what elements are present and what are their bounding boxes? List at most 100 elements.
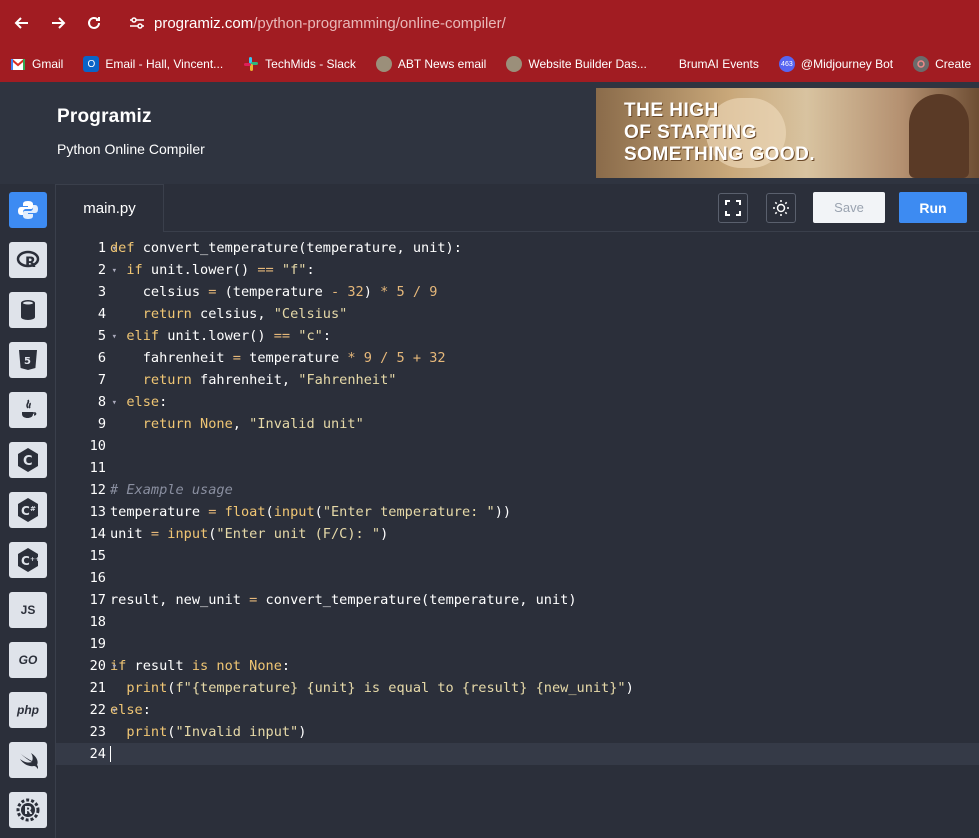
- code-line[interactable]: 22 ▾ else:: [56, 699, 979, 721]
- site-settings-icon[interactable]: [122, 16, 152, 30]
- code-line[interactable]: 19: [56, 633, 979, 655]
- code-text: # Example usage: [110, 482, 233, 498]
- line-number: 2 ▾: [97, 262, 117, 278]
- ad-line: THE HIGH: [624, 100, 719, 121]
- code-line[interactable]: 5 ▾ elif unit.lower() == "c":: [56, 325, 979, 347]
- swift-language-button[interactable]: [9, 742, 47, 778]
- c-icon: C: [18, 448, 38, 472]
- bookmark-label: BrumAI Events: [678, 57, 759, 71]
- fullscreen-button[interactable]: [718, 193, 748, 223]
- code-line[interactable]: 21 print(f"{temperature} {unit} is equal…: [56, 677, 979, 699]
- python-language-button[interactable]: [9, 192, 47, 228]
- svg-text:C: C: [21, 554, 30, 568]
- rust-icon: R: [16, 798, 40, 822]
- line-number: 19: [89, 636, 106, 652]
- line-number: 14: [89, 526, 106, 542]
- code-line[interactable]: 13 temperature = float(input("Enter tempe…: [56, 501, 979, 523]
- save-button[interactable]: Save: [813, 192, 885, 223]
- line-number: 16: [89, 570, 106, 586]
- code-editor[interactable]: 1 ▾ def convert_temperature(temperature, u…: [56, 233, 979, 838]
- code-line[interactable]: 8 ▾ else:: [56, 391, 979, 413]
- code-line[interactable]: 4 return celsius, "Celsius": [56, 303, 979, 325]
- fold-arrow-icon[interactable]: ▾: [112, 398, 117, 408]
- code-line[interactable]: 1 ▾ def convert_temperature(temperature, u…: [56, 237, 979, 259]
- bookmark-email[interactable]: O Email - Hall, Vincent...: [83, 56, 223, 72]
- java-icon: [22, 399, 37, 418]
- html-language-button[interactable]: 5: [9, 342, 47, 378]
- csharp-language-button[interactable]: C #: [9, 492, 47, 528]
- code-line[interactable]: 10: [56, 435, 979, 457]
- line-number: 24: [89, 746, 106, 762]
- theme-toggle-button[interactable]: [766, 193, 796, 223]
- forward-arrow-icon[interactable]: [40, 0, 76, 46]
- bookmark-abt-news[interactable]: ABT News email: [375, 56, 487, 72]
- tab-main-py[interactable]: main.py: [56, 184, 164, 232]
- bookmark-label: ABT News email: [397, 57, 487, 71]
- code-line[interactable]: 16: [56, 567, 979, 589]
- java-language-button[interactable]: [9, 392, 47, 428]
- line-number: 5 ▾: [97, 328, 117, 344]
- bookmark-create[interactable]: Create: [913, 56, 971, 72]
- advertisement-banner[interactable]: THE HIGH OF STARTING SOMETHING GOOD.: [596, 88, 979, 178]
- line-number: 1 ▾: [97, 240, 117, 256]
- bookmark-midjourney[interactable]: 463 @Midjourney Bot: [778, 56, 893, 72]
- line-number: 8 ▾: [97, 394, 117, 410]
- url-host: programiz.com: [154, 14, 254, 32]
- code-line[interactable]: 9 return None, "Invalid unit": [56, 413, 979, 435]
- svg-text:#: #: [30, 505, 36, 513]
- code-line[interactable]: 18: [56, 611, 979, 633]
- line-number: 17: [89, 592, 106, 608]
- line-number: 20 ▾: [89, 658, 117, 674]
- rust-language-button[interactable]: R: [9, 792, 47, 828]
- code-line[interactable]: 2 ▾ if unit.lower() == "f":: [56, 259, 979, 281]
- code-text: else:: [126, 394, 168, 410]
- line-number: 3: [97, 284, 106, 300]
- code-line[interactable]: 15: [56, 545, 979, 567]
- back-arrow-icon[interactable]: [4, 0, 40, 46]
- code-line[interactable]: 11: [56, 457, 979, 479]
- programiz-logo[interactable]: Programiz: [57, 106, 152, 128]
- outlook-icon: O: [83, 56, 100, 72]
- go-language-button[interactable]: GO: [9, 642, 47, 678]
- php-language-button[interactable]: php: [9, 692, 47, 728]
- ad-photo: [909, 94, 969, 178]
- code-line[interactable]: 7 return fahrenheit, "Fahrenheit": [56, 369, 979, 391]
- line-number: 15: [89, 548, 106, 564]
- bookmark-slack[interactable]: TechMids - Slack: [243, 56, 356, 72]
- code-line[interactable]: 20 ▾ if result is not None:: [56, 655, 979, 677]
- fold-arrow-icon[interactable]: ▾: [112, 244, 117, 254]
- address-bar[interactable]: programiz.com/python-programming/online-…: [154, 15, 506, 32]
- bookmark-website-builder[interactable]: Website Builder Das...: [506, 56, 647, 72]
- slack-icon: [243, 56, 259, 72]
- code-line[interactable]: 17 result, new_unit = convert_temperature…: [56, 589, 979, 611]
- javascript-language-button[interactable]: JS: [9, 592, 47, 628]
- r-language-button[interactable]: R: [9, 242, 47, 278]
- sql-language-button[interactable]: [9, 292, 47, 328]
- run-button[interactable]: Run: [899, 192, 967, 223]
- code-text: return celsius, "Celsius": [142, 306, 348, 322]
- fold-arrow-icon[interactable]: ▾: [112, 332, 117, 342]
- line-number: 23: [89, 724, 106, 740]
- globe-icon: [506, 56, 523, 72]
- code-line[interactable]: 12 # Example usage: [56, 479, 979, 501]
- code-text: result, new_unit = convert_temperature(t…: [110, 592, 577, 608]
- code-line[interactable]: 3 celsius = (temperature - 32) * 5 / 9: [56, 281, 979, 303]
- line-number: 22 ▾: [89, 702, 117, 718]
- bookmark-gmail[interactable]: Gmail: [10, 56, 63, 72]
- fold-arrow-icon[interactable]: ▾: [112, 706, 117, 716]
- code-line[interactable]: 24: [56, 743, 979, 765]
- site-header: Programiz Python Online Compiler THE HIG…: [0, 82, 979, 184]
- fold-arrow-icon[interactable]: ▾: [112, 662, 117, 672]
- svg-text:++: ++: [30, 556, 40, 563]
- line-number: 11: [89, 460, 106, 476]
- code-line[interactable]: 23 print("Invalid input"): [56, 721, 979, 743]
- code-line[interactable]: 14 unit = input("Enter unit (F/C): "): [56, 523, 979, 545]
- fold-arrow-icon[interactable]: ▾: [112, 266, 117, 276]
- c-language-button[interactable]: C: [9, 442, 47, 478]
- cpp-language-button[interactable]: C ++: [9, 542, 47, 578]
- line-number: 18: [89, 614, 106, 630]
- code-line[interactable]: 6 fahrenheit = temperature * 9 / 5 + 32: [56, 347, 979, 369]
- editor-toolbar: main.py Save Run: [56, 184, 979, 232]
- bookmark-brumai[interactable]: BrumAI Events: [679, 57, 759, 71]
- reload-icon[interactable]: [76, 0, 112, 46]
